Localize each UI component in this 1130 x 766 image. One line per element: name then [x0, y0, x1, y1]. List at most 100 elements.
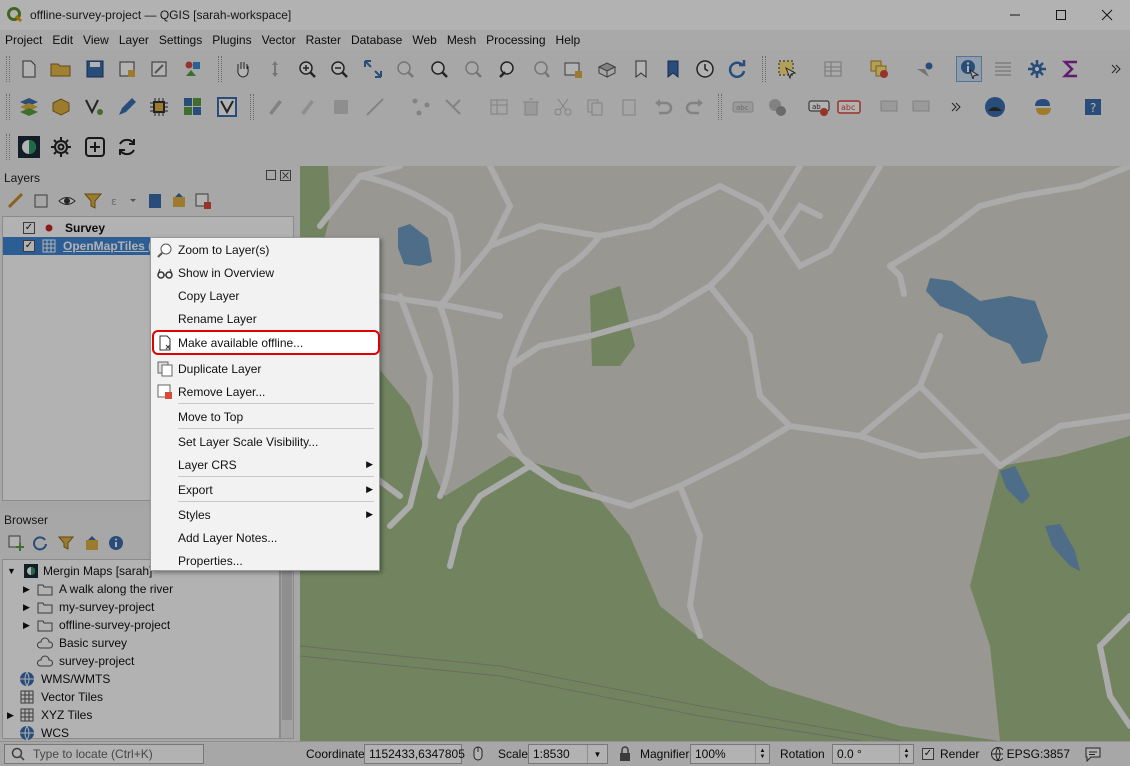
browser-item-project[interactable]: ▶ my-survey-project: [23, 598, 154, 616]
delete-selected-button[interactable]: [518, 94, 544, 120]
collapse-all-button[interactable]: [84, 535, 100, 551]
menu-item-move-to-top[interactable]: Move to Top: [151, 405, 379, 428]
zoom-to-selection-button[interactable]: [392, 56, 418, 82]
zoom-to-layer-button[interactable]: [426, 56, 452, 82]
menu-database[interactable]: Database: [346, 33, 407, 47]
messages-button[interactable]: [1084, 746, 1102, 763]
measure-button[interactable]: [990, 56, 1016, 82]
create-project-button[interactable]: [82, 134, 108, 160]
spin-arrows-icon[interactable]: ▲ ▼: [755, 745, 769, 763]
toolbar-grip[interactable]: [250, 94, 254, 120]
browser-item-project[interactable]: Basic survey: [37, 634, 127, 652]
plugin-settings-button[interactable]: [48, 134, 74, 160]
crs-button[interactable]: EPSG:3857: [990, 746, 1070, 762]
sync-project-button[interactable]: [114, 134, 140, 160]
browser-item-project[interactable]: survey-project: [37, 652, 134, 670]
coordinate-field[interactable]: 1152433,6347805: [364, 744, 465, 764]
pan-map-button[interactable]: [230, 56, 256, 82]
digitize-line-button[interactable]: [362, 94, 388, 120]
manage-map-themes-button[interactable]: [58, 192, 76, 210]
chevron-down-icon[interactable]: ▼: [7, 566, 17, 576]
edit-table-button[interactable]: [486, 94, 512, 120]
new-3d-map-view-button[interactable]: [594, 56, 620, 82]
menu-item-show-in-overview[interactable]: Show in Overview: [151, 261, 379, 284]
locate-search-field[interactable]: Type to locate (Ctrl+K): [4, 744, 204, 764]
zoom-last-button[interactable]: [494, 56, 520, 82]
chevron-right-icon[interactable]: ▶: [23, 602, 33, 613]
deselect-all-button[interactable]: [866, 56, 892, 82]
browser-refresh-button[interactable]: [32, 535, 48, 551]
browser-scrollbar[interactable]: [280, 559, 294, 739]
refresh-button[interactable]: [724, 56, 750, 82]
zoom-out-button[interactable]: [326, 56, 352, 82]
layer-visibility-checkbox[interactable]: ✓: [23, 222, 35, 234]
map-canvas[interactable]: [300, 166, 1130, 741]
undo-button[interactable]: [650, 94, 676, 120]
chevron-right-icon[interactable]: ▶: [23, 584, 33, 595]
expand-all-button[interactable]: [146, 192, 164, 210]
filter-legend-button[interactable]: [83, 192, 103, 210]
menu-mesh[interactable]: Mesh: [442, 33, 481, 47]
browser-item-project[interactable]: ▶ A walk along the river: [23, 580, 173, 598]
menu-item-remove-layer[interactable]: Remove Layer...: [151, 380, 379, 403]
remove-layer-button[interactable]: [194, 192, 212, 210]
menu-edit[interactable]: Edit: [47, 33, 78, 47]
menu-item-export[interactable]: Export ▶: [151, 478, 379, 501]
redo-button[interactable]: [682, 94, 708, 120]
toolbar-grip[interactable]: [6, 94, 10, 120]
layout-manager-button[interactable]: [146, 56, 172, 82]
highlight-pinned-labels-button[interactable]: ab: [806, 94, 832, 120]
close-button[interactable]: [1084, 0, 1130, 30]
menu-item-add-layer-notes[interactable]: Add Layer Notes...: [151, 526, 379, 549]
identify-button[interactable]: [956, 56, 982, 82]
menu-item-copy-layer[interactable]: Copy Layer: [151, 284, 379, 307]
layer-visibility-checkbox[interactable]: ✓: [23, 240, 35, 252]
menu-view[interactable]: View: [78, 33, 114, 47]
cut-features-button[interactable]: [550, 94, 576, 120]
open-layer-styling-button[interactable]: [6, 192, 24, 210]
properties-button[interactable]: [108, 535, 124, 551]
show-unplaced-labels-button[interactable]: abc: [836, 94, 862, 120]
collapse-all-button[interactable]: [170, 192, 188, 210]
toggle-editing-button[interactable]: [294, 94, 320, 120]
toolbar-grip[interactable]: [6, 134, 10, 160]
render-checkbox[interactable]: ✓: [922, 748, 934, 760]
menu-layer[interactable]: Layer: [114, 33, 154, 47]
statistical-summary-button[interactable]: [1058, 56, 1084, 82]
menu-item-properties[interactable]: Properties...: [151, 549, 379, 572]
menu-item-zoom-to-layer[interactable]: Zoom to Layer(s): [151, 238, 379, 261]
add-vector-layer-button[interactable]: [82, 94, 108, 120]
scale-combobox[interactable]: 1:8530 ▼: [528, 744, 608, 764]
show-hide-labels-button[interactable]: [908, 94, 934, 120]
menu-item-make-available-offline[interactable]: Make available offline...: [151, 331, 379, 354]
zoom-native-button[interactable]: [460, 56, 486, 82]
paste-features-button[interactable]: [616, 94, 642, 120]
menu-item-styles[interactable]: Styles ▶: [151, 503, 379, 526]
menu-plugins[interactable]: Plugins: [207, 33, 256, 47]
modify-attributes-button[interactable]: [440, 94, 466, 120]
new-geopackage-layer-button[interactable]: [48, 94, 74, 120]
menu-item-set-scale-visibility[interactable]: Set Layer Scale Visibility...: [151, 430, 379, 453]
mergin-maps-button[interactable]: [982, 94, 1008, 120]
menu-project[interactable]: Project: [0, 33, 47, 47]
pin-labels-button[interactable]: [876, 94, 902, 120]
temporal-controller-button[interactable]: [692, 56, 718, 82]
menu-processing[interactable]: Processing: [481, 33, 550, 47]
zoom-next-button[interactable]: [528, 56, 554, 82]
add-group-button[interactable]: [32, 192, 50, 210]
zoom-full-button[interactable]: [360, 56, 386, 82]
toolbar-overflow-button[interactable]: [1106, 56, 1126, 82]
add-vector-tile-layer-button[interactable]: [214, 94, 240, 120]
layer-row-survey[interactable]: ✓ Survey: [23, 219, 293, 237]
browser-item-wcs[interactable]: WCS: [19, 724, 69, 742]
spin-arrows-icon[interactable]: ▲ ▼: [899, 745, 913, 763]
chevron-right-icon[interactable]: ▶: [23, 620, 33, 631]
menu-item-duplicate-layer[interactable]: Duplicate Layer: [151, 357, 379, 380]
minimize-button[interactable]: [992, 0, 1038, 30]
float-panel-button[interactable]: [266, 170, 276, 180]
save-project-button[interactable]: [82, 56, 108, 82]
select-features-button[interactable]: [774, 56, 800, 82]
browser-item-xyz-tiles[interactable]: ▶ XYZ Tiles: [7, 706, 92, 724]
browser-item-wms[interactable]: WMS/WMTS: [19, 670, 110, 688]
identify-features-button[interactable]: [910, 56, 936, 82]
